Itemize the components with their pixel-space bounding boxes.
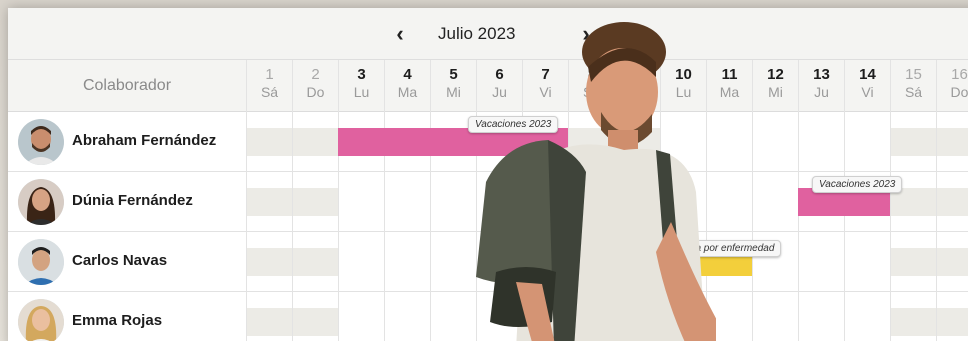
day-cell[interactable] <box>798 112 844 172</box>
day-cell[interactable] <box>292 292 339 341</box>
collaborator-cell[interactable]: Carlos Navas <box>8 232 246 292</box>
day-number: 1 <box>265 66 274 83</box>
day-header: 1 Sá <box>246 60 292 112</box>
day-cell[interactable] <box>798 232 844 292</box>
collaborator-column-header: Colaborador <box>82 77 172 94</box>
day-cell[interactable] <box>292 172 339 232</box>
day-header: 15 Sá <box>890 60 936 112</box>
collaborator-name: Carlos Navas <box>72 252 168 269</box>
day-header: 3 Lu <box>338 60 384 112</box>
day-cell[interactable] <box>292 232 339 292</box>
weekend-shade <box>891 128 937 156</box>
day-cell[interactable] <box>890 112 937 172</box>
day-cell[interactable] <box>844 292 890 341</box>
day-number: 3 <box>357 66 366 83</box>
chevron-left-icon[interactable]: ‹ <box>388 20 412 48</box>
day-cell[interactable] <box>246 232 293 292</box>
collaborator-name: Emma Rojas <box>72 312 163 329</box>
weekend-shade <box>293 308 339 336</box>
day-cell[interactable] <box>752 292 798 341</box>
weekend-shade <box>891 308 937 336</box>
collaborator-name: Dúnia Fernández <box>72 192 193 209</box>
day-header: 13 Ju <box>798 60 844 112</box>
weekend-shade <box>891 248 937 276</box>
day-cell[interactable] <box>936 172 968 232</box>
day-cell[interactable] <box>246 112 293 172</box>
day-cell[interactable] <box>292 112 339 172</box>
weekend-shade <box>937 128 968 156</box>
collaborator-cell[interactable]: Abraham Fernández <box>8 112 246 172</box>
weekend-shade <box>247 308 293 336</box>
day-header: 16 Do <box>936 60 968 112</box>
day-of-week: Do <box>950 84 968 100</box>
avatar-man-icon <box>18 239 64 285</box>
avatar-woman-icon <box>18 179 64 225</box>
day-number: 15 <box>905 66 922 83</box>
calendar-frame: ‹ Julio 2023 › Colaborador 1 Sá 2 Do 3 Lu 4 Ma 5… <box>8 8 968 341</box>
weekend-shade <box>247 128 293 156</box>
day-number: 14 <box>859 66 876 83</box>
day-cell[interactable] <box>752 172 798 232</box>
day-of-week: Sá <box>260 84 279 100</box>
day-number: 12 <box>767 66 784 83</box>
day-cell[interactable] <box>844 112 890 172</box>
day-header: 4 Ma <box>384 60 430 112</box>
day-header: 2 Do <box>292 60 338 112</box>
avatar-woman-blonde-icon <box>18 299 64 341</box>
day-of-week: Do <box>306 84 325 100</box>
day-cell[interactable] <box>384 292 430 341</box>
day-cell[interactable] <box>246 172 293 232</box>
day-cell[interactable] <box>338 232 384 292</box>
day-cell[interactable] <box>338 292 384 341</box>
man-with-backpack-photo <box>476 22 716 341</box>
day-cell[interactable] <box>890 292 937 341</box>
absence-label: Vacaciones 2023 <box>812 176 903 193</box>
day-cell[interactable] <box>384 172 430 232</box>
day-cell[interactable] <box>890 232 937 292</box>
day-cell[interactable] <box>752 112 798 172</box>
weekend-shade <box>293 188 339 216</box>
avatar-man-beard-icon <box>18 119 64 165</box>
weekend-shade <box>937 308 968 336</box>
day-number: 16 <box>951 66 968 83</box>
day-cell[interactable] <box>936 112 968 172</box>
day-of-week: Sá <box>904 84 923 100</box>
day-number: 4 <box>403 66 412 83</box>
day-number: 2 <box>311 66 320 83</box>
day-cell[interactable] <box>936 292 968 341</box>
day-of-week: Lu <box>353 84 370 100</box>
day-cell[interactable] <box>798 292 844 341</box>
collaborator-cell[interactable]: Dúnia Fernández <box>8 172 246 232</box>
day-cell[interactable] <box>384 232 430 292</box>
collaborator-cell[interactable]: Emma Rojas <box>8 292 246 341</box>
day-cell[interactable] <box>936 232 968 292</box>
day-of-week: Mi <box>768 84 783 100</box>
day-header: 14 Vi <box>844 60 890 112</box>
day-of-week: Ju <box>814 84 829 100</box>
weekend-shade <box>293 128 339 156</box>
weekend-shade <box>937 188 968 216</box>
day-number: 13 <box>813 66 830 83</box>
weekend-shade <box>247 248 293 276</box>
collaborator-name: Abraham Fernández <box>72 132 217 149</box>
day-cell[interactable] <box>246 292 293 341</box>
day-of-week: Ma <box>397 84 418 100</box>
day-cell[interactable] <box>844 232 890 292</box>
day-header: 12 Mi <box>752 60 798 112</box>
day-cell[interactable] <box>338 172 384 232</box>
day-of-week: Vi <box>861 84 874 100</box>
weekend-shade <box>293 248 339 276</box>
weekend-shade <box>937 248 968 276</box>
weekend-shade <box>247 188 293 216</box>
